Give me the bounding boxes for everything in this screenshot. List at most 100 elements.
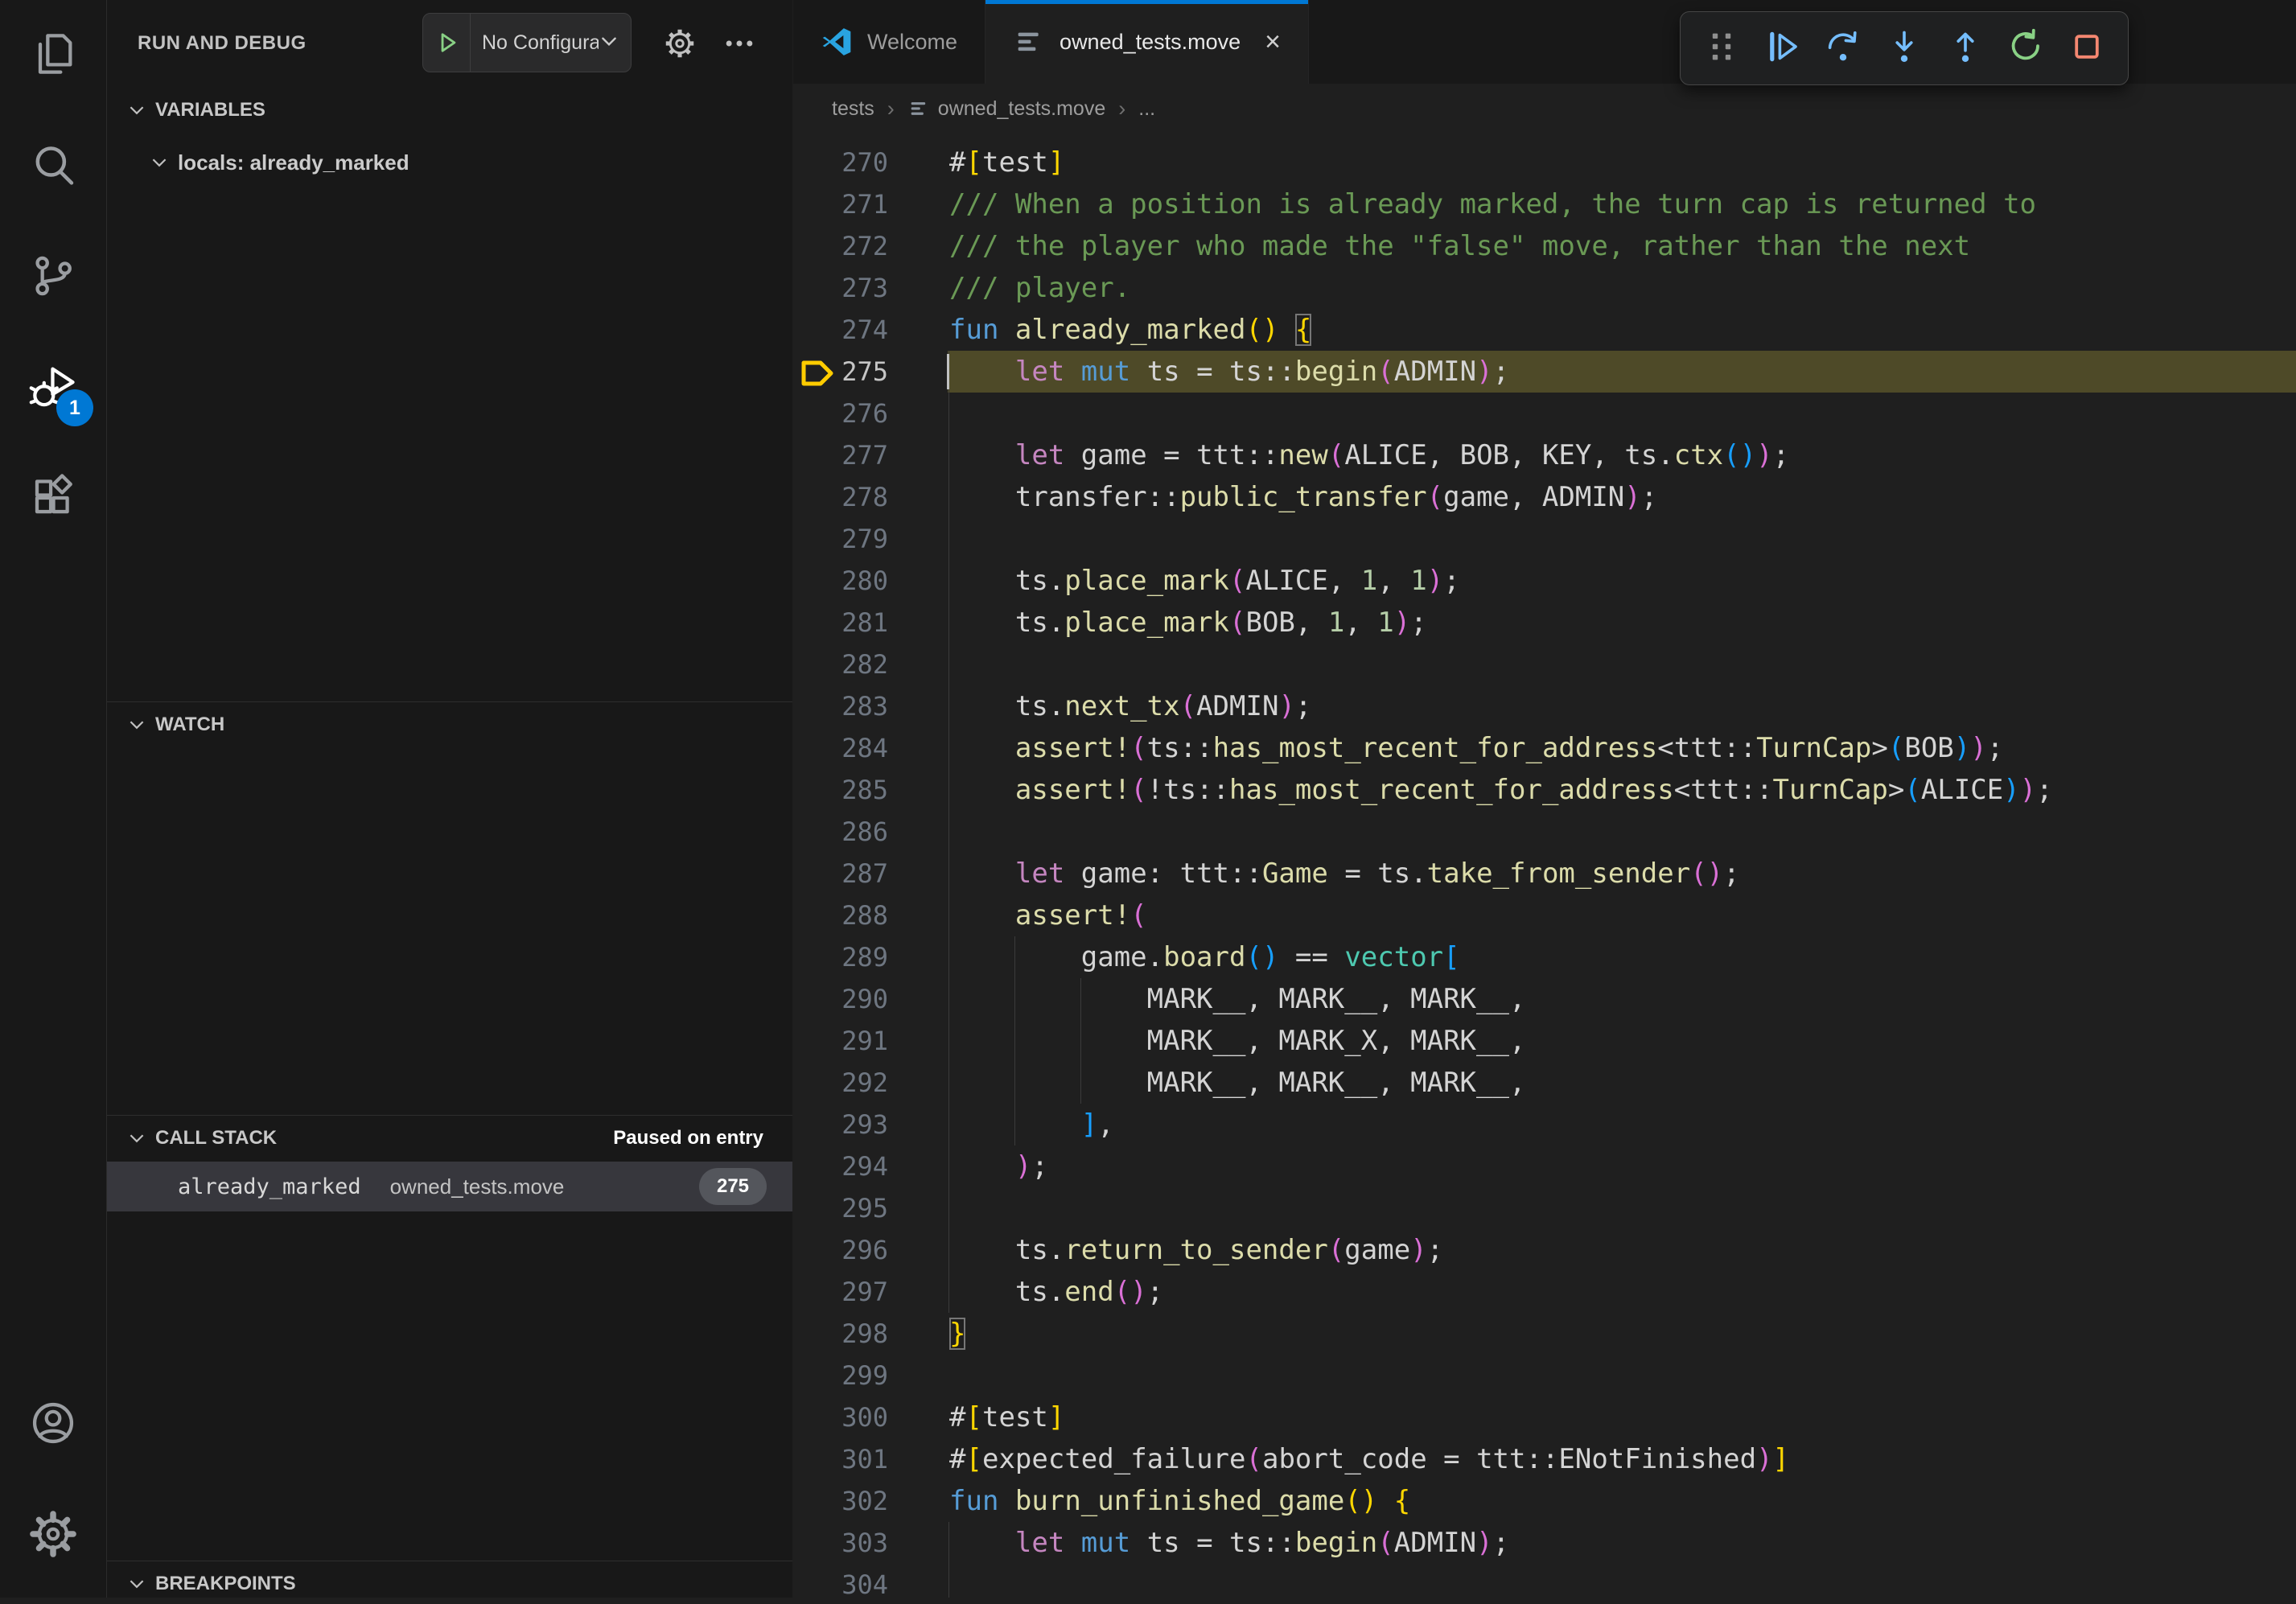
code-line[interactable]: 281 ts.place_mark(BOB, 1, 1); (793, 602, 2296, 644)
line-number[interactable]: 298 (793, 1313, 888, 1355)
line-number[interactable]: 278 (793, 476, 888, 518)
code-line[interactable]: 300#[test] (793, 1396, 2296, 1438)
step-over-button[interactable] (1821, 27, 1865, 70)
line-number[interactable]: 282 (793, 644, 888, 685)
code-line[interactable]: 285 assert!(!ts::has_most_recent_for_add… (793, 769, 2296, 811)
line-number[interactable]: 280 (793, 560, 888, 602)
close-icon[interactable]: × (1265, 28, 1281, 56)
restart-button[interactable] (2004, 27, 2047, 70)
line-number[interactable]: 274 (793, 309, 888, 351)
line-number[interactable]: 300 (793, 1396, 888, 1438)
code-line[interactable]: 301#[expected_failure(abort_code = ttt::… (793, 1438, 2296, 1480)
activity-item-extensions[interactable] (0, 444, 106, 555)
step-out-button[interactable] (1944, 27, 1987, 70)
code-line[interactable]: 292 MARK__, MARK__, MARK__, (793, 1062, 2296, 1104)
line-number[interactable]: 285 (793, 769, 888, 811)
code-line[interactable]: 297 ts.end(); (793, 1271, 2296, 1313)
code-line[interactable]: 290 MARK__, MARK__, MARK__, (793, 978, 2296, 1020)
line-number[interactable]: 275 (793, 351, 888, 393)
line-number[interactable]: 283 (793, 685, 888, 727)
line-number[interactable]: 272 (793, 225, 888, 267)
line-number[interactable]: 299 (793, 1355, 888, 1396)
variables-section-header[interactable]: VARIABLES (107, 90, 792, 130)
start-debug-icon[interactable] (423, 14, 471, 72)
line-number[interactable]: 270 (793, 142, 888, 183)
code-line[interactable]: 287 let game: ttt::Game = ts.take_from_s… (793, 853, 2296, 895)
code-line[interactable]: 286 (793, 811, 2296, 853)
line-number[interactable]: 291 (793, 1020, 888, 1062)
code-line[interactable]: 271/// When a position is already marked… (793, 183, 2296, 225)
line-number[interactable]: 279 (793, 518, 888, 560)
line-number[interactable]: 271 (793, 183, 888, 225)
line-number[interactable]: 276 (793, 393, 888, 434)
code-line[interactable]: 304 (793, 1564, 2296, 1598)
code-line[interactable]: 291 MARK__, MARK_X, MARK__, (793, 1020, 2296, 1062)
line-number[interactable]: 284 (793, 727, 888, 769)
code-line[interactable]: 289 game.board() == vector[ (793, 936, 2296, 978)
stop-button[interactable] (2065, 27, 2109, 70)
line-number[interactable]: 290 (793, 978, 888, 1020)
line-number[interactable]: 295 (793, 1187, 888, 1229)
line-number[interactable]: 294 (793, 1145, 888, 1187)
code-editor[interactable]: 270#[test]271/// When a position is alre… (793, 142, 2296, 1598)
line-number[interactable]: 273 (793, 267, 888, 309)
line-number[interactable]: 293 (793, 1104, 888, 1145)
line-number[interactable]: 292 (793, 1062, 888, 1104)
locals-scope-row[interactable]: locals: already_marked (107, 142, 792, 183)
code-line[interactable]: 274fun already_marked() { (793, 309, 2296, 351)
line-number[interactable]: 297 (793, 1271, 888, 1313)
line-number[interactable]: 301 (793, 1438, 888, 1480)
line-number[interactable]: 302 (793, 1480, 888, 1522)
code-line[interactable]: 294 ); (793, 1145, 2296, 1187)
code-line[interactable]: 288 assert!( (793, 895, 2296, 936)
debug-settings-gear-icon[interactable] (657, 21, 702, 66)
continue-button[interactable] (1761, 27, 1804, 70)
code-line[interactable]: 284 assert!(ts::has_most_recent_for_addr… (793, 727, 2296, 769)
code-line[interactable]: 282 (793, 644, 2296, 685)
code-line[interactable]: 272/// the player who made the "false" m… (793, 225, 2296, 267)
code-line[interactable]: 277 let game = ttt::new(ALICE, BOB, KEY,… (793, 434, 2296, 476)
line-number[interactable]: 303 (793, 1522, 888, 1564)
call-stack-frame-row[interactable]: already_marked owned_tests.move 275 (107, 1162, 792, 1211)
line-number[interactable]: 286 (793, 811, 888, 853)
activity-item-run-and-debug[interactable]: 1 (0, 333, 106, 444)
call-stack-section-header[interactable]: CALL STACK Paused on entry (107, 1118, 792, 1158)
line-number[interactable]: 287 (793, 853, 888, 895)
code-line[interactable]: 299 (793, 1355, 2296, 1396)
code-line[interactable]: 302fun burn_unfinished_game() { (793, 1480, 2296, 1522)
code-line[interactable]: 276 (793, 393, 2296, 434)
code-line[interactable]: 283 ts.next_tx(ADMIN); (793, 685, 2296, 727)
code-line[interactable]: 298} (793, 1313, 2296, 1355)
code-line[interactable]: 270#[test] (793, 142, 2296, 183)
code-line[interactable]: 279 (793, 518, 2296, 560)
code-line[interactable]: 273/// player. (793, 267, 2296, 309)
line-number[interactable]: 281 (793, 602, 888, 644)
code-line[interactable]: 278 transfer::public_transfer(game, ADMI… (793, 476, 2296, 518)
line-number[interactable]: 304 (793, 1564, 888, 1598)
code-line[interactable]: 295 (793, 1187, 2296, 1229)
toolbar-drag-handle[interactable] (1700, 27, 1743, 70)
debug-configuration-dropdown[interactable]: No Configura (422, 13, 632, 72)
line-number[interactable]: 277 (793, 434, 888, 476)
line-number[interactable]: 289 (793, 936, 888, 978)
activity-item-search[interactable] (0, 111, 106, 222)
activity-item-account[interactable] (0, 1369, 106, 1480)
code-line[interactable]: 275 let mut ts = ts::begin(ADMIN); (793, 351, 2296, 393)
code-line[interactable]: 280 ts.place_mark(ALICE, 1, 1); (793, 560, 2296, 602)
breadcrumb-item[interactable]: owned_tests.move (907, 97, 1105, 121)
activity-item-settings-gear[interactable] (0, 1480, 106, 1591)
more-actions-icon[interactable] (717, 21, 762, 66)
activity-item-files[interactable] (0, 0, 106, 111)
line-number[interactable]: 288 (793, 895, 888, 936)
code-line[interactable]: 293 ], (793, 1104, 2296, 1145)
watch-section-header[interactable]: WATCH (107, 705, 792, 745)
step-into-button[interactable] (1882, 27, 1926, 70)
code-line[interactable]: 296 ts.return_to_sender(game); (793, 1229, 2296, 1271)
breadcrumb-item[interactable]: ... (1138, 97, 1155, 121)
code-line[interactable]: 303 let mut ts = ts::begin(ADMIN); (793, 1522, 2296, 1564)
breakpoints-section-header[interactable]: BREAKPOINTS (107, 1564, 792, 1604)
line-number[interactable]: 296 (793, 1229, 888, 1271)
breadcrumb-item[interactable]: tests (832, 97, 874, 121)
tab-welcome[interactable]: Welcome (793, 0, 985, 84)
tab-owned-tests-move[interactable]: owned_tests.move× (985, 0, 1309, 84)
